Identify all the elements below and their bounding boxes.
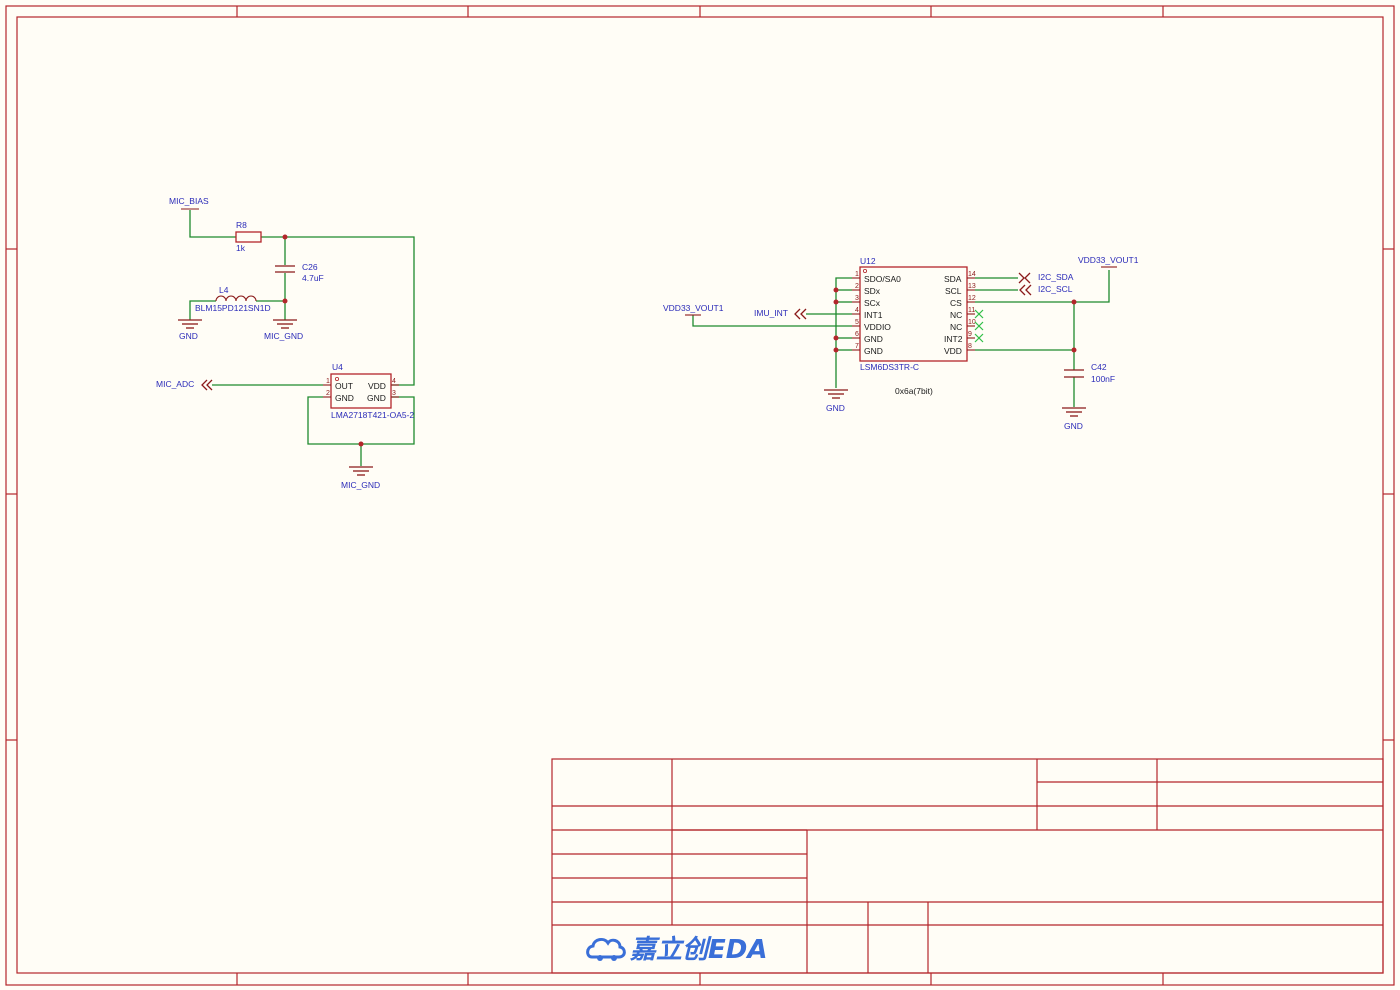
net-label-imu-int[interactable]: IMU_INT — [754, 308, 788, 318]
mic-circuit: MIC_BIAS R8 1k C26 4.7uF L4 BLM15PD121SN… — [156, 196, 415, 490]
u12-pin-num: 6 — [855, 331, 859, 338]
u12-pin-num: 7 — [855, 343, 859, 350]
mic-gnd-label: MIC_GND — [341, 480, 380, 490]
net-label-vdd33-left[interactable]: VDD33_VOUT1 — [663, 303, 724, 313]
port-arrow-icon — [201, 379, 213, 391]
u12-pin-name: NC — [950, 322, 962, 332]
u12-pin-num: 9 — [968, 331, 972, 338]
junction-dot — [833, 287, 839, 293]
junction-dot — [833, 347, 839, 353]
net-label-i2c-scl[interactable]: I2C_SCL — [1038, 284, 1073, 294]
capacitor-c42[interactable] — [1064, 369, 1084, 378]
u12-pin-name: GND — [864, 346, 883, 356]
u12-pin-num: 11 — [968, 307, 975, 314]
gnd-label: GND — [1064, 421, 1083, 431]
u12-pin-name: SCL — [945, 286, 962, 296]
ground-symbol — [824, 389, 848, 399]
u12-pin-name: INT1 — [864, 310, 883, 320]
u12-pin-num: 13 — [968, 283, 976, 290]
r8-ref: R8 — [236, 220, 247, 230]
u4-pin-vdd: VDD — [368, 381, 386, 391]
no-connect-icon — [974, 309, 984, 343]
net-label-mic-adc[interactable]: MIC_ADC — [156, 379, 194, 389]
l4-value: BLM15PD121SN1D — [195, 303, 271, 313]
u4-pin3-num: 3 — [392, 390, 396, 397]
u12-ref: U12 — [860, 256, 876, 266]
junction-dot — [282, 298, 288, 304]
schematic-sheet: MIC_BIAS R8 1k C26 4.7uF L4 BLM15PD121SN… — [5, 5, 1395, 986]
junction-dot — [282, 234, 288, 240]
u12-pin-name: VDDIO — [864, 322, 891, 332]
ground-symbol — [1062, 407, 1086, 417]
u12-pin-name: SDA — [944, 274, 962, 284]
net-label-vdd33-right[interactable]: VDD33_VOUT1 — [1078, 255, 1139, 265]
r8-value: 1k — [236, 243, 246, 253]
u12-pin-num: 2 — [855, 283, 859, 290]
port-arrow-icon — [794, 308, 807, 320]
c26-ref: C26 — [302, 262, 318, 272]
mic-gnd-label: MIC_GND — [264, 331, 303, 341]
ground-symbol — [349, 466, 373, 476]
u4-pin4-num: 4 — [392, 378, 396, 385]
u12-pin-num: 1 — [855, 271, 859, 278]
wire-u12-left-bus[interactable] — [835, 277, 852, 388]
address-note: 0x6a(7bit) — [895, 386, 933, 396]
junction-dot — [1071, 347, 1077, 353]
u12-pin-num: 14 — [968, 271, 976, 278]
u12-pin-num: 3 — [855, 295, 859, 302]
u12-pin-name: GND — [864, 334, 883, 344]
u12-pin-name: VDD — [944, 346, 962, 356]
u12-pin-name: SCx — [864, 298, 881, 308]
wire-mic-bias[interactable] — [189, 210, 236, 238]
junction-dot — [358, 441, 364, 447]
gnd-label: GND — [826, 403, 845, 413]
cloud-car-icon — [586, 937, 626, 961]
u4-pin-gnd-left: GND — [335, 393, 354, 403]
l4-ref: L4 — [219, 285, 229, 295]
imu-circuit: U12 LSM6DS3TR-C 1 2 3 4 5 6 7 SDO/SA0 SD… — [663, 255, 1139, 431]
net-label-i2c-sda[interactable]: I2C_SDA — [1038, 272, 1074, 282]
u12-pin-name: INT2 — [944, 334, 963, 344]
c42-ref: C42 — [1091, 362, 1107, 372]
u4-pin-out: OUT — [335, 381, 353, 391]
sheet-frame — [5, 5, 1395, 986]
ground-symbol — [273, 319, 297, 329]
ground-symbol — [178, 319, 202, 329]
gnd-label: GND — [179, 331, 198, 341]
u4-pin-gnd-right: GND — [367, 393, 386, 403]
u12-pin-num: 4 — [855, 307, 859, 314]
net-label-mic-bias[interactable]: MIC_BIAS — [169, 196, 209, 206]
logo-text: 嘉立创EDA — [629, 935, 767, 965]
inductor-l4[interactable] — [215, 295, 257, 302]
c42-value: 100nF — [1091, 374, 1115, 384]
port-arrow-icon — [1018, 272, 1032, 296]
u4-pin1-num: 1 — [326, 378, 330, 385]
u12-pin-name: SDO/SA0 — [864, 274, 901, 284]
u12-pin-num: 12 — [968, 295, 976, 302]
u12-pin-name: NC — [950, 310, 962, 320]
u12-pin-num: 5 — [855, 319, 859, 326]
resistor-r8[interactable] — [235, 231, 262, 243]
u4-part: LMA2718T421-OA5-2 — [331, 410, 414, 420]
u4-ref: U4 — [332, 362, 343, 372]
u12-pin-name: SDx — [864, 286, 881, 296]
u12-pin-num: 8 — [968, 343, 972, 350]
title-block: 嘉立创EDA — [551, 758, 1384, 974]
c26-value: 4.7uF — [302, 273, 324, 283]
junction-dot — [833, 299, 839, 305]
capacitor-c26[interactable] — [275, 265, 295, 273]
junction-dot — [1071, 299, 1077, 305]
u12-pin-name: CS — [950, 298, 962, 308]
u4-pin2-num: 2 — [326, 390, 330, 397]
u12-part: LSM6DS3TR-C — [860, 362, 919, 372]
junction-dot — [833, 335, 839, 341]
